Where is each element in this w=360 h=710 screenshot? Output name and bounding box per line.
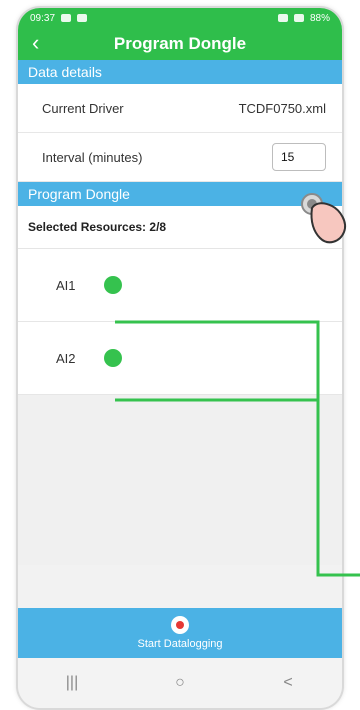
system-nav-bar: ||| ○ < (18, 658, 342, 708)
record-icon (171, 616, 189, 634)
empty-area (18, 395, 342, 565)
alarm-icon (277, 14, 288, 22)
home-button[interactable]: ○ (150, 674, 210, 692)
wifi-icon (293, 14, 304, 22)
recent-apps-button[interactable]: ||| (42, 674, 102, 692)
interval-row: Interval (minutes) 15 (18, 133, 342, 182)
status-time: 09:37 (30, 12, 56, 24)
app-bar: ‹ Program Dongle (18, 28, 342, 60)
resource-ai1[interactable]: AI1 (18, 249, 342, 322)
back-nav-button[interactable]: < (258, 674, 318, 692)
page-title: Program Dongle (113, 34, 247, 53)
current-driver-label: Current Driver (42, 100, 124, 116)
interval-value: 15 (281, 150, 295, 164)
section-header-program-dongle: Program Dongle (18, 182, 342, 206)
notification-icon (77, 14, 88, 22)
resource-connector-dot (104, 349, 122, 367)
current-driver-value: TCDF0750.xml (238, 100, 326, 116)
selected-resources-label: Selected Resources: 2/8 (28, 220, 167, 234)
interval-label: Interval (minutes) (42, 149, 143, 165)
chevron-left-icon: ‹ (32, 30, 40, 55)
selected-resources-row: Selected Resources: 2/8 (18, 206, 342, 249)
resource-label: AI1 (56, 277, 76, 293)
current-driver-row: Current Driver TCDF0750.xml (18, 84, 342, 133)
section-header-data-details: Data details (18, 60, 342, 84)
start-datalogging-button[interactable]: Start Datalogging (18, 608, 342, 658)
back-button[interactable]: ‹ (32, 32, 39, 54)
start-datalogging-label: Start Datalogging (137, 638, 223, 650)
notification-icon (61, 14, 72, 22)
resource-connector-dot (104, 276, 122, 294)
phone-frame: 09:37 88% ‹ Program Dongle Data details … (18, 8, 342, 708)
tap-hand-icon (301, 193, 346, 244)
resource-label: AI2 (56, 350, 76, 366)
status-bar: 09:37 88% (18, 8, 342, 28)
interval-input[interactable]: 15 (272, 143, 326, 171)
battery-percent: 88% (309, 12, 330, 24)
resource-ai2[interactable]: AI2 (18, 322, 342, 395)
